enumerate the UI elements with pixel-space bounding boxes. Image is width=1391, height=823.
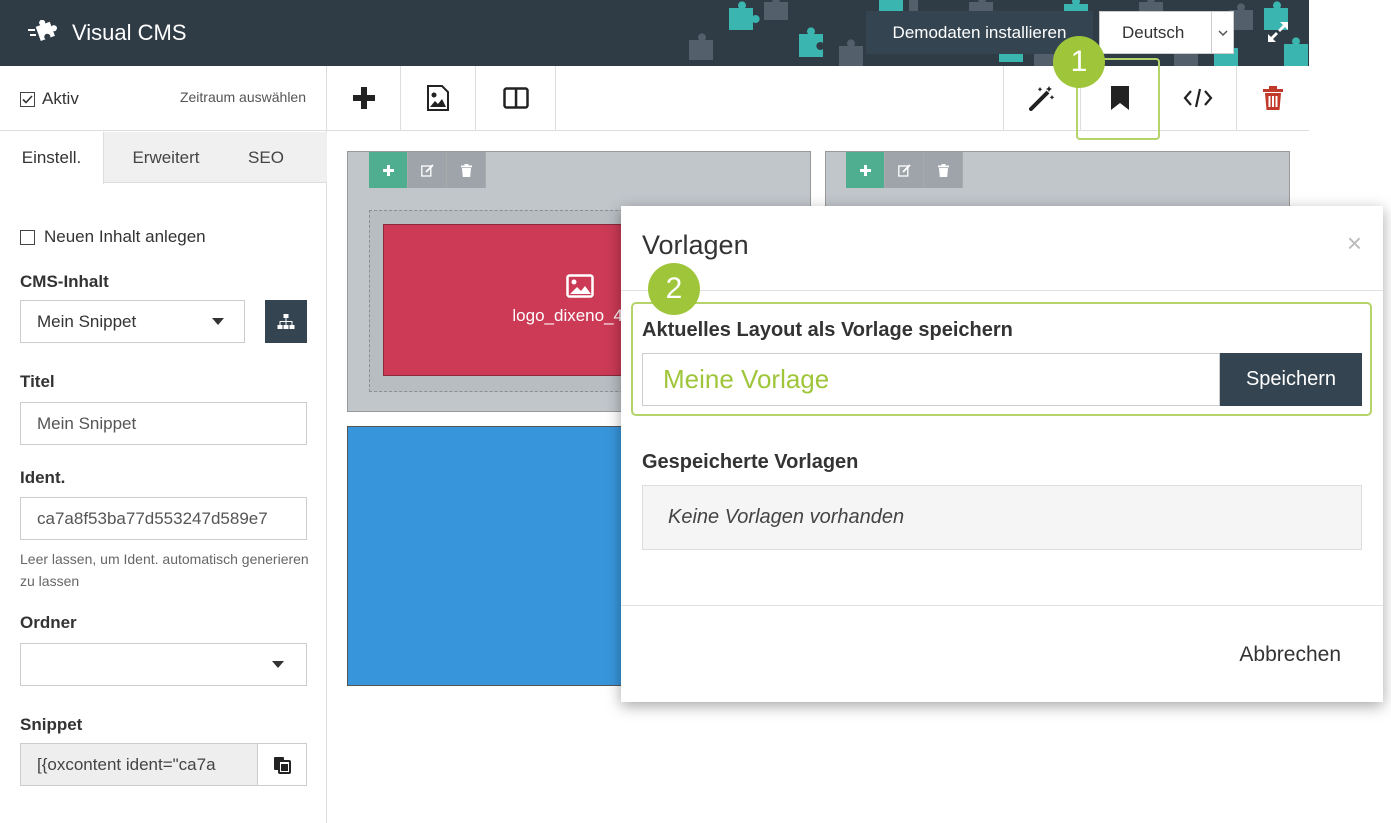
add-widget-button[interactable] [846, 152, 885, 188]
saved-templates-heading: Gespeicherte Vorlagen [642, 451, 859, 473]
settings-sidebar: Aktiv Zeitraum auswählen Einstell. Erwei… [0, 66, 327, 823]
template-name-input[interactable]: Meine Vorlage [642, 353, 1220, 406]
folder-select[interactable] [20, 643, 307, 686]
edit-widget-button[interactable] [408, 152, 447, 188]
cms-content-select[interactable]: Mein Snippet [20, 300, 245, 343]
select-period-link[interactable]: Zeitraum auswählen [180, 89, 306, 105]
cms-content-value: Mein Snippet [37, 311, 137, 331]
new-content-row[interactable]: Neuen Inhalt anlegen [20, 227, 206, 247]
image-icon [565, 274, 594, 298]
folder-label: Ordner [20, 613, 77, 632]
column-toolbar [846, 152, 963, 188]
active-label: Aktiv [42, 89, 79, 108]
add-row-button[interactable] [327, 66, 401, 130]
editor-toolbar [327, 66, 1309, 131]
new-content-checkbox[interactable] [20, 229, 35, 245]
snippet-label: Snippet [20, 715, 83, 734]
title-input[interactable]: Mein Snippet [20, 402, 307, 445]
save-template-heading: Aktuelles Layout als Vorlage speichern [642, 319, 1013, 341]
app-title: Visual CMS [72, 20, 187, 45]
templates-modal: Vorlagen × Aktuelles Layout als Vorlage … [621, 206, 1383, 702]
sidebar-top-bar: Aktiv Zeitraum auswählen [0, 66, 327, 131]
magic-wand-icon [1029, 86, 1055, 111]
copy-clipboard-icon [274, 756, 291, 774]
save-template-button[interactable]: Speichern [1220, 353, 1362, 406]
step-badge-2: 2 [648, 263, 700, 315]
delete-widget-button[interactable] [924, 152, 963, 188]
sidebar-tabs: Einstell. Erweitert SEO [0, 132, 327, 184]
app-header: Visual CMS Demodaten installieren Deutsc… [0, 0, 1309, 66]
language-select-value: Deutsch [1122, 22, 1185, 42]
active-checkbox[interactable] [20, 91, 35, 107]
caret-down-icon [272, 661, 284, 668]
edit-widget-button[interactable] [885, 152, 924, 188]
modal-footer-divider [621, 605, 1383, 606]
saved-templates-empty-state: Keine Vorlagen vorhanden [642, 485, 1362, 550]
plus-icon [352, 87, 375, 109]
columns-icon [502, 87, 529, 109]
source-code-button[interactable] [1158, 66, 1236, 130]
plus-icon [382, 164, 394, 176]
title-label: Titel [20, 372, 55, 391]
trash-icon [937, 163, 949, 177]
colored-block-widget[interactable] [347, 426, 637, 686]
new-content-label: Neuen Inhalt anlegen [44, 227, 206, 246]
brand: Visual CMS [28, 18, 187, 48]
caret-down-icon [212, 318, 224, 325]
cms-content-label: CMS-Inhalt [20, 272, 109, 291]
cancel-button[interactable]: Abbrechen [1239, 643, 1341, 667]
tab-settings[interactable]: Einstell. [0, 132, 104, 184]
edit-icon [897, 163, 911, 177]
column-toolbar [369, 152, 486, 188]
chevron-down-icon [1211, 12, 1233, 53]
ident-label: Ident. [20, 468, 66, 487]
delete-layout-button[interactable] [1236, 66, 1309, 130]
image-icon [427, 85, 449, 111]
language-select[interactable]: Deutsch [1099, 11, 1234, 54]
add-columns-button[interactable] [476, 66, 556, 130]
trash-icon [460, 163, 472, 177]
active-checkbox-row[interactable]: Aktiv [20, 89, 79, 109]
close-icon[interactable]: × [1347, 228, 1362, 259]
trash-icon [1263, 86, 1283, 110]
tab-seo[interactable]: SEO [228, 132, 304, 183]
copy-snippet-button[interactable] [257, 743, 307, 786]
code-icon [1183, 88, 1212, 108]
edit-icon [420, 163, 434, 177]
ident-input[interactable]: ca7a8f53ba77d553247d589e7 [20, 497, 307, 540]
ident-hint: Leer lassen, um Ident. automatisch gener… [20, 551, 309, 589]
tab-advanced[interactable]: Erweitert [104, 132, 228, 183]
modal-title: Vorlagen [642, 230, 749, 260]
puzzle-logo-icon [28, 20, 57, 41]
add-widget-button[interactable] [369, 152, 408, 188]
expand-arrows-icon[interactable] [1266, 20, 1290, 44]
sitemap-icon [277, 313, 295, 329]
step-badge-1: 1 [1053, 36, 1105, 88]
modal-header-divider [621, 290, 1383, 291]
delete-widget-button[interactable] [447, 152, 486, 188]
plus-icon [859, 164, 871, 176]
sitemap-button[interactable] [265, 300, 307, 343]
snippet-field[interactable]: [{oxcontent ident="ca7a [20, 743, 258, 786]
add-image-button[interactable] [401, 66, 476, 130]
